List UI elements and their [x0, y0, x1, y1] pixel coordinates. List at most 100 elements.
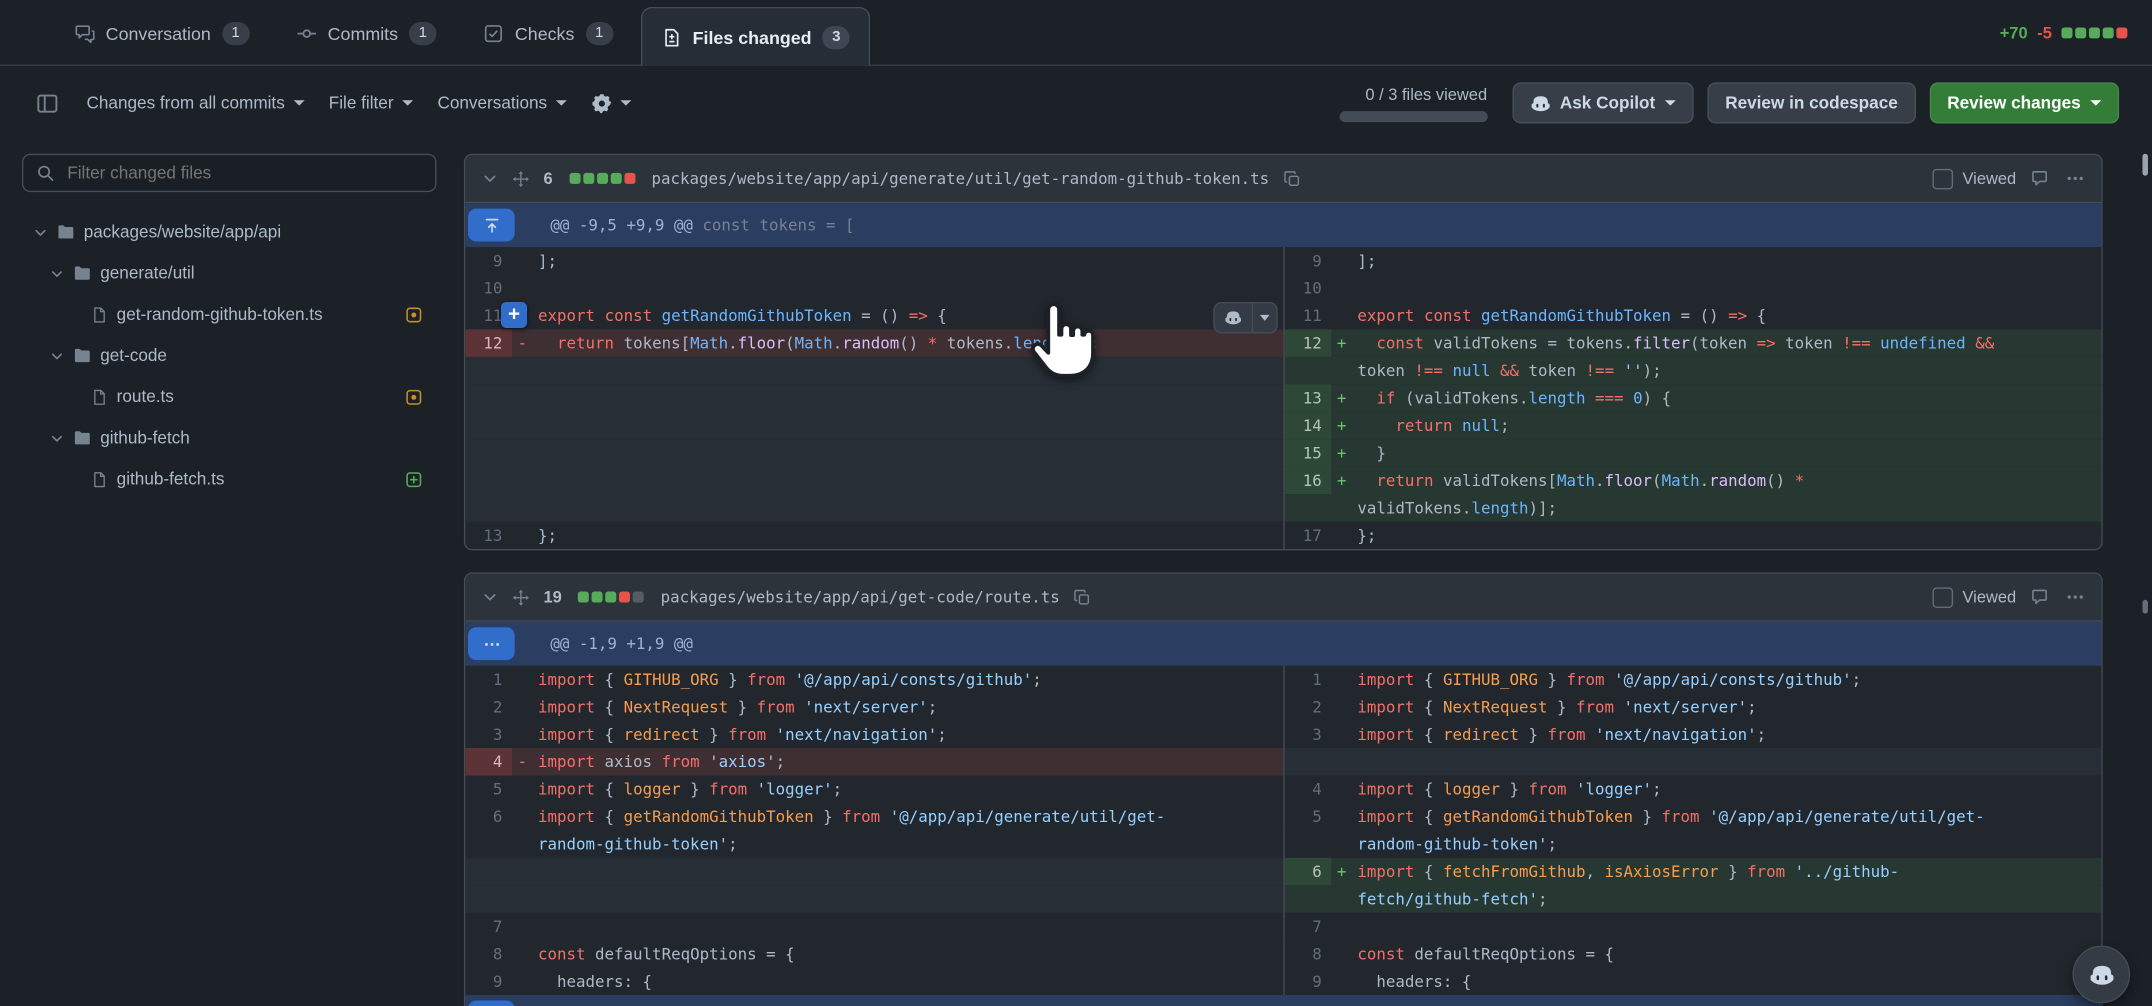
tree-folder-github-fetch[interactable]: github-fetch	[22, 417, 436, 458]
chevron-down-icon	[620, 100, 631, 105]
line-number[interactable]: 12	[1285, 329, 1332, 356]
file-comment-button[interactable]	[2027, 166, 2052, 191]
line-number[interactable]: 8	[1285, 940, 1332, 967]
tab-conversation[interactable]: Conversation1	[55, 8, 269, 57]
tree-file-github-fetch-ts[interactable]: github-fetch.ts	[22, 458, 436, 499]
conversations-dropdown[interactable]: Conversations	[437, 93, 566, 112]
line-number[interactable]: 12	[465, 329, 512, 356]
line-number[interactable]: 4	[465, 748, 512, 775]
line-number[interactable]	[465, 830, 512, 857]
code-line: return tokens[Math.floor(Math.random() *…	[533, 329, 1284, 356]
diff-sign	[512, 775, 533, 802]
line-number[interactable]: 2	[1285, 693, 1332, 720]
line-number[interactable]	[1285, 885, 1332, 912]
diff-settings-dropdown[interactable]	[591, 93, 631, 114]
expand-hunk-button[interactable]	[468, 1001, 515, 1006]
collapse-sidebar-button[interactable]	[33, 89, 62, 118]
diff-sign: +	[1331, 412, 1352, 439]
tree-file-get-random-github-token-ts[interactable]: get-random-github-token.ts	[22, 294, 436, 335]
tree-file-route-ts[interactable]: route.ts	[22, 376, 436, 417]
line-number[interactable]: 1	[465, 666, 512, 693]
changes-from-dropdown[interactable]: Changes from all commits	[86, 93, 304, 112]
tree-folder-packages-website-app-api[interactable]: packages/website/app/api	[22, 211, 436, 252]
diff-sign	[1331, 775, 1352, 802]
line-number[interactable]: 13	[465, 522, 512, 549]
viewed-toggle[interactable]: Viewed	[1932, 168, 2016, 189]
diff-row: 6+import { fetchFromGithub, isAxiosError…	[465, 858, 2101, 885]
add-comment-button[interactable]: +	[501, 302, 527, 328]
tab-files-changed[interactable]: Files changed3	[640, 7, 870, 66]
diff-sign	[512, 968, 533, 995]
line-number[interactable]: 3	[1285, 721, 1332, 748]
line-number[interactable]: 3	[465, 721, 512, 748]
line-number[interactable]: 9	[1285, 968, 1332, 995]
scrollbar-thumb[interactable]	[2142, 154, 2147, 176]
code-line: fetch/github-fetch';	[1352, 885, 2101, 912]
diff-sign	[1331, 830, 1352, 857]
file-options-kebab-button[interactable]	[2063, 585, 2088, 610]
line-number[interactable]: 10	[465, 275, 512, 302]
line-number[interactable]: 10	[1285, 275, 1332, 302]
chevron-down-icon	[402, 100, 413, 105]
line-number[interactable]: 16	[1285, 467, 1332, 494]
line-number[interactable]: 2	[465, 693, 512, 720]
file-filter-dropdown[interactable]: File filter	[329, 93, 413, 112]
copilot-icon[interactable]	[1215, 303, 1252, 332]
drag-icon[interactable]	[512, 588, 530, 606]
code-line: headers: {	[1352, 968, 2101, 995]
diff-line-left: 10	[465, 275, 1283, 302]
line-number[interactable]: 11	[1285, 302, 1332, 329]
diff-sign: +	[1331, 439, 1352, 466]
line-number[interactable]: 4	[1285, 775, 1332, 802]
line-number[interactable]: 7	[1285, 913, 1332, 940]
review-changes-button[interactable]: Review changes	[1929, 82, 2119, 123]
line-number[interactable]	[1285, 494, 1332, 521]
collapse-file-button[interactable]	[479, 167, 501, 189]
line-number[interactable]: 9	[465, 968, 512, 995]
line-number[interactable]: 5	[1285, 803, 1332, 830]
line-number[interactable]: 14	[1285, 412, 1332, 439]
line-number[interactable]	[1285, 830, 1332, 857]
line-number[interactable]: 7	[465, 913, 512, 940]
line-number[interactable]: 8	[465, 940, 512, 967]
line-number[interactable]: 6	[1285, 858, 1332, 885]
line-number[interactable]: 6	[465, 803, 512, 830]
line-number[interactable]: 9	[465, 247, 512, 274]
sidebar-icon	[36, 91, 59, 114]
tab-commits[interactable]: Commits1	[277, 8, 456, 57]
filter-files-input[interactable]	[65, 162, 423, 184]
ask-copilot-button[interactable]: Ask Copilot	[1512, 82, 1694, 123]
line-number[interactable]: 9	[1285, 247, 1332, 274]
collapse-file-button[interactable]	[479, 586, 501, 608]
copy-path-button[interactable]	[1280, 167, 1303, 190]
diff-line-right: fetch/github-fetch';	[1283, 885, 2101, 912]
tab-checks[interactable]: Checks1	[464, 8, 632, 57]
conversations-label: Conversations	[437, 93, 547, 112]
review-in-codespace-button[interactable]: Review in codespace	[1707, 82, 1915, 123]
diff-line-right: 12+ const validTokens = tokens.filter(to…	[1283, 329, 2101, 356]
line-number[interactable]: 13	[1285, 384, 1332, 411]
line-number[interactable]: 5	[465, 775, 512, 802]
diff-sign	[512, 666, 533, 693]
tree-folder-generate-util[interactable]: generate/util	[22, 253, 436, 294]
line-number[interactable]: 1	[1285, 666, 1332, 693]
viewed-checkbox[interactable]	[1932, 168, 1953, 189]
diff-sign	[1331, 494, 1352, 521]
expand-hunk-button[interactable]	[468, 209, 515, 242]
copilot-suggestion-widget[interactable]	[1213, 302, 1278, 334]
file-options-kebab-button[interactable]	[2063, 166, 2088, 191]
viewed-checkbox[interactable]	[1932, 587, 1953, 608]
file-comment-button[interactable]	[2027, 585, 2052, 610]
expand-hunk-button[interactable]	[468, 627, 515, 660]
line-number[interactable]	[1285, 357, 1332, 384]
diff-row: 12- return tokens[Math.floor(Math.random…	[465, 329, 2101, 356]
chevron-down-icon[interactable]	[1252, 303, 1277, 332]
line-number[interactable]: 15	[1285, 439, 1332, 466]
diff-row: 9];9];	[465, 247, 2101, 274]
line-number[interactable]: 17	[1285, 522, 1332, 549]
copy-path-button[interactable]	[1071, 585, 1094, 608]
tree-folder-get-code[interactable]: get-code	[22, 335, 436, 376]
drag-icon[interactable]	[512, 170, 530, 188]
copilot-fab-button[interactable]	[2072, 946, 2130, 1004]
viewed-toggle[interactable]: Viewed	[1932, 587, 2016, 608]
